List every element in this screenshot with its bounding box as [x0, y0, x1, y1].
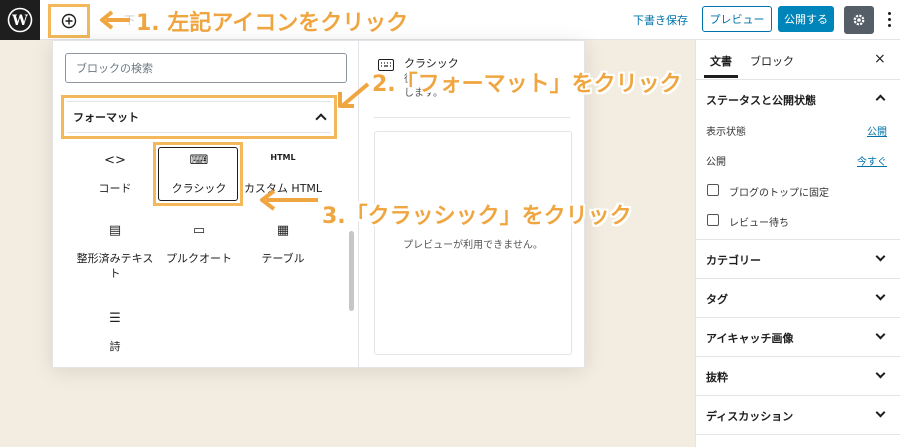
status-panel-title[interactable]: ステータスと公開状態	[706, 92, 816, 108]
publish-time-link[interactable]: 今すぐ	[857, 153, 887, 168]
more-menu-button[interactable]	[882, 8, 896, 30]
inserter-scrollbar[interactable]	[349, 231, 354, 311]
publish-button[interactable]: 公開する	[778, 6, 834, 32]
block-pullquote[interactable]: ▭ プルクオート	[157, 223, 241, 266]
annotation-step2: 2.「フォーマット」をクリック	[372, 72, 682, 97]
format-category-label: フォーマット	[73, 111, 139, 124]
block-preformatted[interactable]: ▤ 整形済みテキスト	[73, 223, 157, 281]
gear-icon	[853, 14, 865, 26]
visibility-label: 表示状態	[706, 127, 746, 138]
keyboard-icon: ⌨	[189, 153, 209, 168]
block-label: コード	[98, 182, 132, 195]
block-label: クラシック	[171, 182, 227, 195]
table-icon: ▦	[276, 223, 290, 238]
block-label: テーブル	[261, 252, 305, 265]
pending-checkbox[interactable]	[707, 214, 719, 226]
preview-button[interactable]: プレビュー	[702, 6, 772, 32]
settings-sidebar: 文書 ブロック × ステータスと公開状態 表示状態 公開 公開 今すぐ ブログの…	[695, 40, 900, 447]
chevron-down-icon	[875, 368, 886, 379]
chevron-up-icon[interactable]	[875, 94, 886, 105]
panel-discussion[interactable]: ディスカッション	[696, 396, 900, 435]
close-icon[interactable]: ×	[874, 51, 886, 67]
publish-label: 公開	[706, 157, 726, 168]
html-icon: HTML	[270, 153, 296, 162]
pending-label: レビュー待ち	[729, 218, 789, 229]
settings-button[interactable]	[844, 6, 874, 34]
sticky-checkbox[interactable]	[707, 184, 719, 196]
chevron-up-icon	[315, 113, 327, 125]
tab-document[interactable]: 文書	[704, 53, 738, 78]
wordpress-logo-icon[interactable]: W	[0, 0, 40, 40]
preview-empty-box: プレビューが利用できません。	[374, 131, 572, 355]
panel-categories[interactable]: カテゴリー	[696, 240, 900, 279]
preview-empty-text: プレビューが利用できません。	[403, 239, 543, 251]
sticky-label: ブログのトップに固定	[729, 188, 829, 199]
status-visibility-panel: ステータスと公開状態 表示状態 公開 公開 今すぐ ブログのトップに固定 レビュ…	[696, 80, 900, 240]
annotation-step1: 1. 左記アイコンをクリック	[136, 11, 409, 36]
format-category-toggle[interactable]: フォーマット	[67, 101, 331, 133]
plus-circle-icon	[61, 13, 77, 29]
chevron-down-icon	[875, 251, 886, 262]
block-label: 整形済みテキスト	[76, 252, 154, 280]
block-verse[interactable]: ☰ 詩	[73, 311, 157, 354]
annotation-arrow-3	[260, 189, 318, 211]
block-classic[interactable]: ⌨ クラシック	[157, 153, 241, 196]
panel-excerpt[interactable]: 抜粋	[696, 357, 900, 396]
panel-tags[interactable]: タグ	[696, 279, 900, 318]
block-code[interactable]: <> コード	[73, 153, 157, 196]
annotation-arrow-2	[338, 82, 370, 108]
save-draft-button[interactable]: 下書き保存	[633, 12, 688, 28]
verse-icon: ☰	[109, 311, 121, 326]
annotation-step3: 3.「クラッシック」をクリック	[322, 204, 632, 229]
block-label: 詩	[109, 340, 121, 353]
sidebar-tabs: 文書 ブロック ×	[696, 40, 900, 80]
chevron-down-icon	[875, 290, 886, 301]
annotation-arrow-1	[100, 10, 130, 30]
code-icon: <>	[104, 153, 126, 168]
format-category-highlight: フォーマット	[61, 95, 337, 139]
add-block-button[interactable]	[48, 4, 90, 38]
visibility-link[interactable]: 公開	[867, 123, 887, 138]
block-label: プルクオート	[166, 252, 232, 265]
preformatted-icon: ▤	[108, 223, 122, 238]
chevron-down-icon	[875, 407, 886, 418]
tab-block[interactable]: ブロック	[750, 53, 794, 69]
block-search-input[interactable]: ブロックの検索	[65, 53, 347, 83]
editor-header: W 下 下書き保存 プレビュー 公開する	[0, 0, 900, 40]
block-table[interactable]: ▦ テーブル	[241, 223, 325, 266]
chevron-down-icon	[875, 329, 886, 340]
panel-featured-image[interactable]: アイキャッチ画像	[696, 318, 900, 357]
pullquote-icon: ▭	[192, 223, 206, 238]
svg-text:W: W	[11, 13, 28, 29]
